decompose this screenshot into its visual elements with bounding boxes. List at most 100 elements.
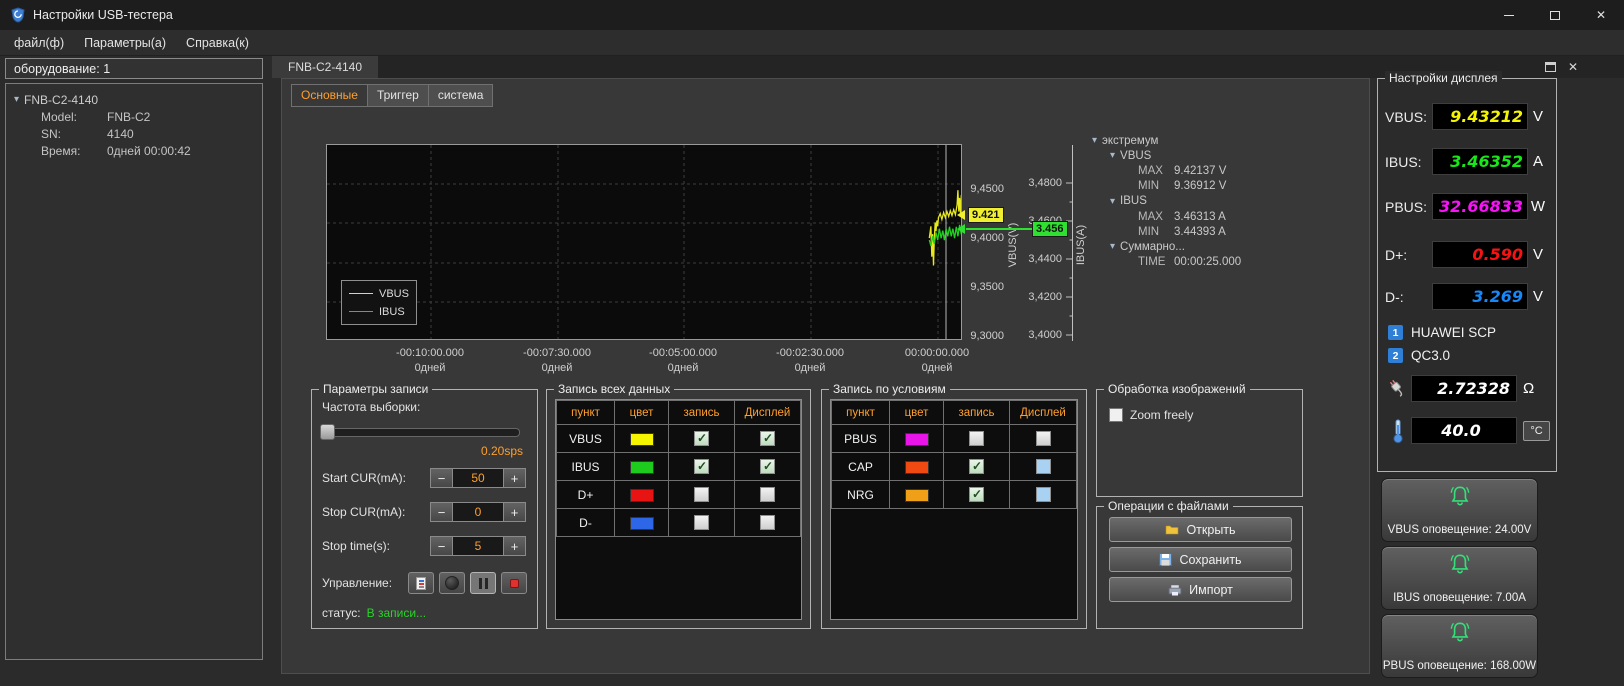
display-checkbox[interactable] [760, 459, 775, 474]
vbus-alert-button[interactable]: VBUS оповещение: 24.00V [1381, 478, 1538, 542]
color-swatch[interactable] [905, 489, 929, 502]
tab-strip: Основные Триггер система [291, 84, 492, 107]
extremum-ibus-min: MIN3.44393 A [1138, 224, 1241, 239]
menu-params[interactable]: Параметры(а) [74, 32, 176, 54]
color-swatch[interactable] [630, 461, 654, 474]
display-checkbox[interactable] [760, 487, 775, 502]
x-tick: -00:10:00.0000дней [380, 346, 480, 375]
start-cur-plus-button[interactable]: + [503, 468, 526, 488]
record-checkbox[interactable] [694, 515, 709, 530]
sample-rate-slider[interactable] [322, 428, 520, 437]
tree-expand-icon: ▾ [1110, 150, 1115, 161]
save-button[interactable]: Сохранить [1109, 547, 1292, 572]
color-swatch[interactable] [905, 433, 929, 446]
pbus-readout: PBUS: 32.66833 W [1385, 193, 1548, 220]
app-icon [10, 7, 26, 23]
ibus-marker-arrow [957, 224, 965, 234]
tab-trigger[interactable]: Триггер [367, 84, 429, 107]
color-swatch[interactable] [630, 433, 654, 446]
protocol-name: QC3.0 [1411, 348, 1450, 363]
extremum-total-time: TIME00:00:25.000 [1138, 255, 1241, 270]
start-cur-value[interactable]: 50 [453, 468, 503, 488]
extremum-ibus[interactable]: ▾IBUS [1110, 194, 1241, 209]
display-checkbox[interactable] [1036, 487, 1051, 502]
color-swatch[interactable] [630, 517, 654, 530]
record-cond-box: Запись по условиям пункт цвет запись Дис… [821, 389, 1087, 629]
ibus-legend-line [349, 311, 373, 312]
table-row: D- [557, 509, 801, 537]
ibus-marker-line [966, 228, 1032, 230]
import-button[interactable]: Импорт [1109, 577, 1292, 602]
record-cond-table-area: пункт цвет запись Дисплей PBUS CAP [830, 399, 1078, 620]
record-checkbox[interactable] [694, 487, 709, 502]
table-row: PBUS [832, 425, 1077, 453]
new-file-button[interactable] [408, 572, 434, 594]
tree-expand-icon[interactable]: ▾ [14, 94, 19, 105]
record-checkbox[interactable] [694, 431, 709, 446]
file-icon [416, 577, 426, 590]
record-checkbox[interactable] [969, 431, 984, 446]
protocol-badge: 2 [1388, 348, 1403, 363]
record-checkbox[interactable] [969, 487, 984, 502]
waveform-chart[interactable] [326, 144, 962, 340]
record-checkbox[interactable] [969, 459, 984, 474]
display-checkbox[interactable] [1036, 459, 1051, 474]
box-title: Операции с файлами [1104, 499, 1233, 513]
table-row: IBUS [557, 453, 801, 481]
start-cur-row: Start CUR(mA): − 50 + [322, 468, 526, 488]
temperature-unit-button[interactable]: °C [1523, 421, 1550, 441]
ibus-alert-button[interactable]: IBUS оповещение: 7.00A [1381, 546, 1538, 610]
stop-cur-plus-button[interactable]: + [503, 502, 526, 522]
menu-help[interactable]: Справка(к) [176, 32, 259, 54]
float-window-icon[interactable] [1545, 62, 1556, 72]
ibus-alert-label: IBUS оповещение: 7.00A [1382, 592, 1537, 604]
document-tab[interactable]: FNB-C2-4140 [272, 56, 378, 78]
open-button[interactable]: Открыть [1109, 517, 1292, 542]
channel-name: D+ [557, 481, 615, 509]
record-checkbox[interactable] [694, 459, 709, 474]
ibus-marker: 3.456 [1032, 221, 1068, 237]
channel-name: VBUS [557, 425, 615, 453]
record-button[interactable] [501, 572, 527, 594]
play-button[interactable] [439, 572, 465, 594]
stop-cur-value[interactable]: 0 [453, 502, 503, 522]
tree-row-time: Время: 0дней 00:00:42 [6, 142, 262, 159]
stop-cur-minus-button[interactable]: − [430, 502, 453, 522]
vbus-value: 9.43212 [1432, 103, 1528, 130]
stop-time-plus-button[interactable]: + [503, 536, 526, 556]
protocol-row-2: 2 QC3.0 [1388, 348, 1450, 363]
tree-item-device[interactable]: ▾ FNB-C2-4140 [6, 91, 262, 108]
device-tree: ▾ FNB-C2-4140 Model: FNB-C2 SN: 4140 Вре… [5, 83, 263, 660]
maximize-button[interactable] [1532, 0, 1578, 30]
display-checkbox[interactable] [760, 431, 775, 446]
zoom-freely-row: Zoom freely [1109, 408, 1193, 422]
file-operations-box: Операции с файлами Открыть Сохранить Имп… [1096, 506, 1303, 629]
protocol-row-1: 1 HUAWEI SCP [1388, 325, 1496, 340]
stop-time-value[interactable]: 5 [453, 536, 503, 556]
record-icon [510, 579, 519, 588]
zoom-freely-checkbox[interactable] [1109, 408, 1123, 422]
display-checkbox[interactable] [1036, 431, 1051, 446]
start-cur-minus-button[interactable]: − [430, 468, 453, 488]
tree-expand-icon: ▾ [1110, 196, 1115, 207]
sample-rate-slider-handle[interactable] [320, 424, 335, 440]
pause-button[interactable] [470, 572, 496, 594]
ibus-axis: 3,4800 3,4600 3,4400 3,4200 3,4000 [1022, 145, 1062, 341]
minimize-button[interactable] [1486, 0, 1532, 30]
extremum-root[interactable]: ▾экстремум [1092, 133, 1241, 148]
extremum-vbus[interactable]: ▾VBUS [1110, 148, 1241, 163]
close-button[interactable]: ✕ [1578, 0, 1624, 30]
color-swatch[interactable] [905, 461, 929, 474]
menu-file[interactable]: файл(ф) [4, 32, 74, 54]
display-checkbox[interactable] [760, 515, 775, 530]
color-swatch[interactable] [630, 489, 654, 502]
tab-system[interactable]: система [428, 84, 494, 107]
extremum-vbus-min: MIN9.36912 V [1138, 179, 1241, 194]
pbus-alert-button[interactable]: PBUS оповещение: 168.00W [1381, 614, 1538, 678]
tab-main[interactable]: Основные [291, 84, 368, 107]
close-document-icon[interactable]: ✕ [1568, 61, 1578, 73]
stop-time-minus-button[interactable]: − [430, 536, 453, 556]
table-row: D+ [557, 481, 801, 509]
extremum-total[interactable]: ▾Суммарно... [1110, 239, 1241, 254]
ibus-axis-title: IBUS(A) [1075, 219, 1089, 271]
